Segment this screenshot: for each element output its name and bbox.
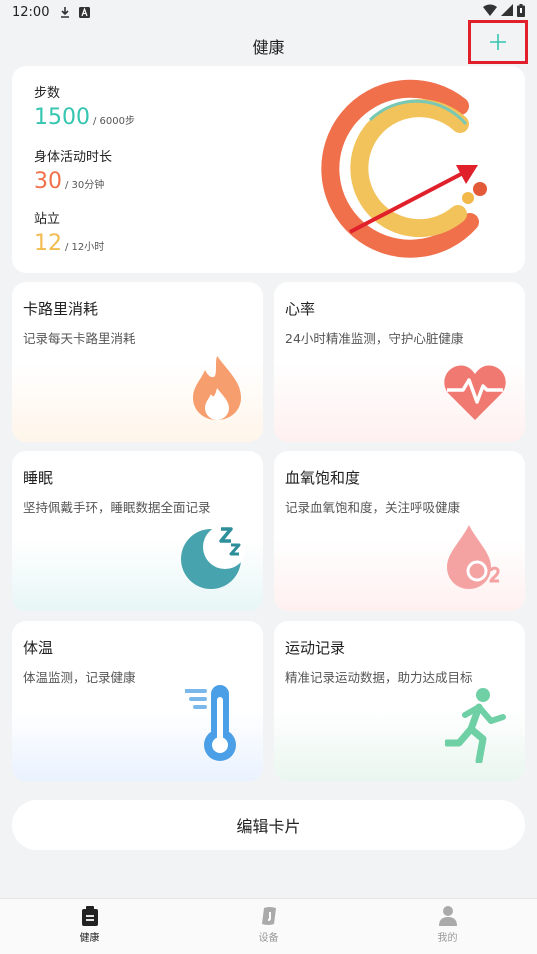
heart-rate-title: 心率	[285, 300, 316, 318]
nav-device-label: 设备	[258, 933, 279, 944]
calories-desc: 记录每天卡路里消耗	[23, 331, 136, 346]
exercise-desc: 精准记录运动数据，助力达成目标	[285, 670, 473, 685]
spo2-desc: 记录血氧饱和度，关注呼吸健康	[285, 500, 461, 515]
nav-health-label: 健康	[79, 933, 100, 944]
wifi-icon	[483, 4, 497, 20]
calories-title: 卡路里消耗	[23, 300, 99, 318]
activity-summary-card[interactable]: 步数 1500 / 6000步 身体活动时长 30 / 30分钟 站立 12 /…	[12, 66, 525, 273]
plus-icon	[490, 34, 506, 50]
page-title: 健康	[252, 38, 285, 57]
exercise-card[interactable]: 运动记录 精准记录运动数据，助力达成目标	[274, 621, 525, 781]
stand-label: 站立	[34, 212, 61, 227]
bottom-nav: 健康 设备 我的	[0, 898, 537, 954]
nav-device[interactable]: 设备	[179, 899, 358, 954]
download-icon	[59, 6, 71, 18]
activity-target: / 30分钟	[65, 180, 105, 191]
signal-icon	[501, 4, 513, 20]
heart-rate-card[interactable]: 心率 24小时精准监测，守护心脏健康	[274, 282, 525, 442]
spo2-title: 血氧饱和度	[285, 469, 361, 487]
exercise-title: 运动记录	[285, 639, 346, 657]
app-header: 健康	[0, 28, 537, 62]
sleep-title: 睡眠	[23, 469, 54, 487]
edit-cards-button[interactable]: 编辑卡片	[12, 800, 525, 850]
status-bar: 12:00	[0, 0, 537, 24]
stand-target: / 12小时	[65, 242, 105, 253]
stand-figure-icon	[462, 192, 474, 204]
person-icon	[438, 906, 457, 926]
nav-health[interactable]: 健康	[0, 899, 179, 954]
activity-rings	[310, 72, 510, 272]
notification-a-icon	[79, 6, 91, 18]
battery-icon	[517, 3, 525, 21]
thermometer-icon	[183, 683, 245, 767]
stand-metric: 站立 12 / 12小时	[34, 208, 104, 256]
steps-label: 步数	[34, 86, 61, 101]
activity-value: 30	[34, 169, 62, 194]
temperature-desc: 体温监测，记录健康	[23, 670, 136, 685]
add-card-button[interactable]	[468, 20, 528, 64]
activity-metric: 身体活动时长 30 / 30分钟	[34, 146, 112, 194]
temperature-card[interactable]: 体温 体温监测，记录健康	[12, 621, 263, 781]
temperature-title: 体温	[23, 639, 54, 657]
sleep-card[interactable]: 睡眠 坚持佩戴手环，睡眠数据全面记录	[12, 451, 263, 611]
activity-label: 身体活动时长	[34, 150, 113, 165]
stand-ring	[350, 99, 469, 238]
blood-drop-icon	[443, 523, 507, 593]
calories-card[interactable]: 卡路里消耗 记录每天卡路里消耗	[12, 282, 263, 442]
clipboard-icon	[81, 906, 98, 926]
heart-icon	[443, 362, 507, 424]
band-device-icon	[261, 907, 276, 925]
stand-value: 12	[34, 231, 62, 256]
status-time: 12:00	[12, 4, 50, 20]
run-figure-icon	[473, 182, 487, 196]
heart-rate-desc: 24小时精准监测，守护心脏健康	[285, 331, 464, 346]
steps-metric: 步数 1500 / 6000步	[34, 82, 135, 130]
steps-value: 1500	[34, 105, 90, 130]
sleep-desc: 坚持佩戴手环，睡眠数据全面记录	[23, 500, 211, 515]
nav-me-label: 我的	[437, 933, 458, 944]
nav-me[interactable]: 我的	[358, 899, 537, 954]
steps-target: / 6000步	[93, 116, 135, 127]
flame-icon	[189, 354, 245, 424]
spo2-card[interactable]: 血氧饱和度 记录血氧饱和度，关注呼吸健康	[274, 451, 525, 611]
moon-icon	[179, 525, 247, 593]
runner-icon	[443, 687, 507, 767]
